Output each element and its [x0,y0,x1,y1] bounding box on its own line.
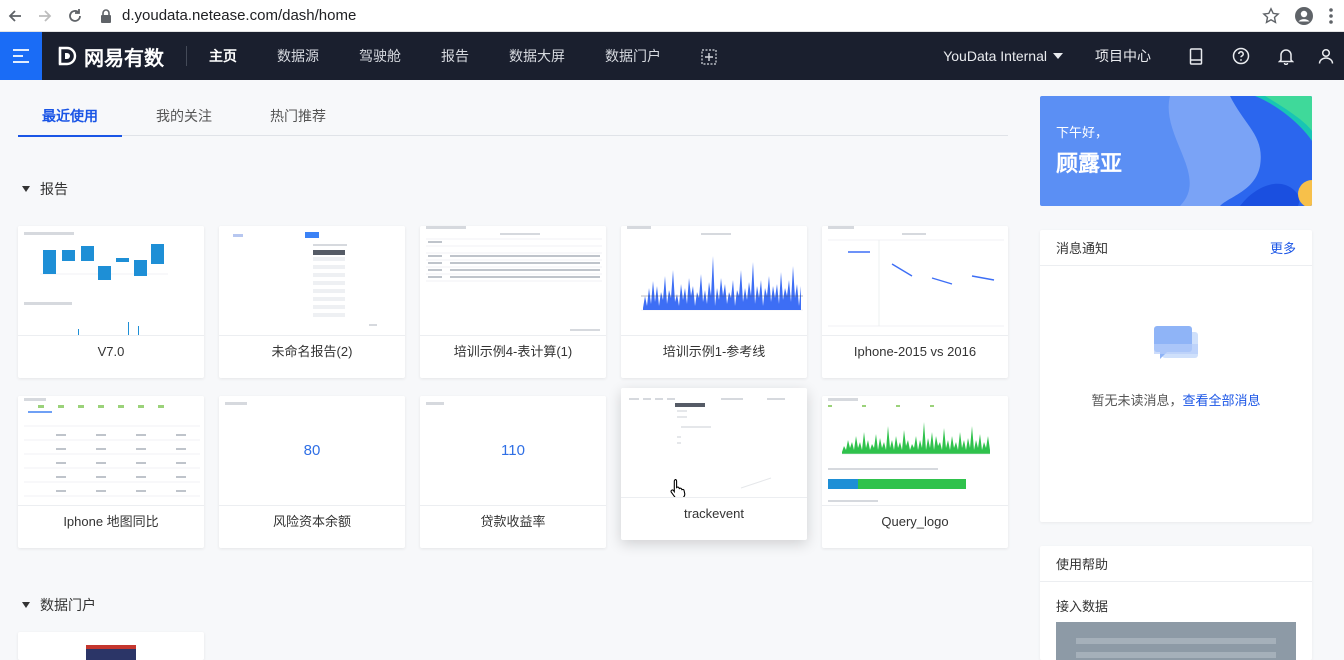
report-card[interactable]: 未命名报告(2) [219,226,405,378]
view-all-messages-link[interactable]: 查看全部消息 [1183,393,1261,408]
tab-popular[interactable]: 热门推荐 [246,96,350,136]
empty-notifications-text: 暂无未读消息，查看全部消息 [1091,393,1261,408]
nav-home[interactable]: 主页 [189,32,257,80]
docs-button[interactable] [1173,32,1218,80]
report-thumbnail [822,396,1008,506]
menu-button[interactable] [0,32,42,80]
reports-section-toggle[interactable]: 报告 [22,179,68,199]
profile-avatar-icon[interactable] [1294,6,1314,26]
portal-section-toggle[interactable]: 数据门户 [22,595,96,615]
url-text: d.youdata.netease.com/dash/home [122,7,357,24]
address-bar[interactable]: d.youdata.netease.com/dash/home [98,0,356,32]
portal-section-title: 数据门户 [40,597,96,613]
nav-datasource[interactable]: 数据源 [257,32,339,80]
hand-cursor-icon [670,478,686,497]
tab-recent[interactable]: 最近使用 [18,96,122,137]
report-title: Iphone-2015 vs 2016 [853,344,977,359]
add-square-icon [701,49,717,65]
book-icon [1189,47,1202,65]
report-card[interactable]: 80 风险资本余额 [219,396,405,548]
menu-icon [13,49,29,63]
reports-section-title: 报告 [40,181,68,197]
home-tabs: 最近使用 我的关注 热门推荐 [18,96,1008,137]
workspace-select[interactable]: YouData Internal [943,48,1063,64]
caret-down-icon [22,186,30,192]
nav-reports[interactable]: 报告 [421,32,489,80]
report-title: 培训示例4-表计算(1) [453,344,573,359]
notifications-button[interactable] [1263,32,1308,80]
help-title: 使用帮助 [1056,557,1109,572]
report-thumbnail [822,226,1008,336]
report-title: 贷款收益率 [480,514,546,529]
more-vert-icon[interactable] [1328,7,1334,25]
report-thumbnail: 110 [420,396,606,506]
report-title: V7.0 [97,344,125,359]
user-name: 顾露亚 [1056,151,1123,176]
nav-big-screen[interactable]: 数据大屏 [489,32,585,80]
bookmark-star-icon[interactable] [1262,7,1280,25]
report-title: Iphone 地图同比 [63,514,159,529]
report-title: Query_logo [881,514,949,529]
report-thumbnail [621,226,807,336]
report-title: trackevent [684,506,744,521]
report-card[interactable]: 培训示例4-表计算(1) [420,226,606,378]
logo-icon [58,46,77,66]
chevron-down-icon [1053,53,1063,59]
greeting-banner: 下午好， 顾露亚 [1040,96,1312,206]
report-card[interactable]: V7.0 [18,226,204,378]
report-thumbnail [420,226,606,336]
portal-thumbnail [86,645,136,660]
back-icon[interactable] [0,0,30,32]
report-thumbnail [18,396,204,506]
report-title: 风险资本余额 [272,514,351,529]
bell-icon [1277,49,1294,65]
notifications-title: 消息通知 [1056,241,1109,256]
report-thumbnail: 80 [219,396,405,506]
greeting-text: 下午好， [1056,125,1109,140]
report-card[interactable]: 110 贷款收益率 [420,396,606,548]
report-card[interactable]: Query_logo [822,396,1008,548]
report-thumbnail [621,388,807,498]
nav-cockpit[interactable]: 驾驶舱 [339,32,421,80]
help-video-thumbnail[interactable] [1056,622,1296,660]
help-button[interactable] [1218,32,1263,80]
help-panel: 使用帮助 接入数据 [1040,546,1312,660]
nav-add-button[interactable] [681,32,737,80]
help-item-ingest-data[interactable]: 接入数据 [1056,596,1108,615]
workspace-name: YouData Internal [943,48,1047,64]
user-button[interactable] [1308,32,1344,80]
report-title: 培训示例1-参考线 [662,344,766,359]
app-logo[interactable]: 网易有数 [56,46,187,70]
report-thumbnail [219,226,405,336]
lock-icon [101,8,111,23]
project-center-link[interactable]: 项目中心 [1095,46,1151,66]
notifications-panel: 消息通知 更多 暂无未读消息，查看全部消息 [1040,230,1312,522]
logo-text: 网易有数 [84,47,164,70]
reload-icon[interactable] [60,0,90,32]
main-nav: 主页 数据源 驾驶舱 报告 数据大屏 数据门户 [187,32,737,80]
report-card[interactable]: Iphone 地图同比 [18,396,204,548]
portal-card[interactable] [18,632,204,660]
report-card[interactable]: Iphone-2015 vs 2016 [822,226,1008,378]
chat-bubbles-icon [1154,326,1198,359]
tab-following[interactable]: 我的关注 [132,96,236,136]
report-card[interactable]: 培训示例1-参考线 [621,226,807,378]
forward-icon[interactable] [30,0,60,32]
browser-toolbar: d.youdata.netease.com/dash/home [0,0,1344,32]
app-header: 网易有数 主页 数据源 驾驶舱 报告 数据大屏 数据门户 YouData Int… [0,32,1344,80]
report-title: 未命名报告(2) [271,344,353,359]
user-icon [1318,48,1334,64]
report-thumbnail [18,226,204,336]
help-circle-icon [1232,47,1249,65]
caret-down-icon [22,602,30,608]
kpi-value: 110 [501,442,525,459]
nav-data-portal[interactable]: 数据门户 [585,32,681,80]
notifications-more-link[interactable]: 更多 [1270,238,1296,257]
report-card[interactable]: trackevent [621,388,807,540]
kpi-value: 80 [303,442,321,459]
